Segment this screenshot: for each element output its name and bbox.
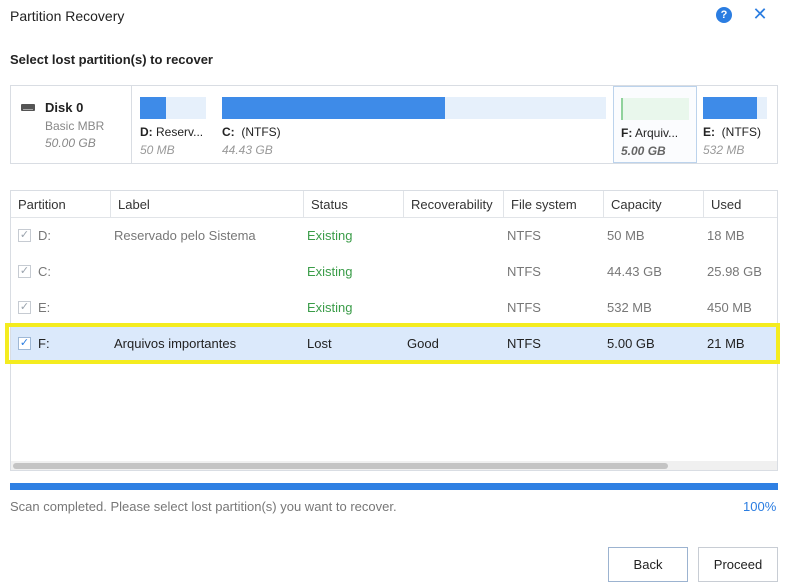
progress-percent: 100% [743,499,777,514]
row-checkbox[interactable]: ✓ [18,337,31,350]
partition-size: 44.43 GB [222,143,273,157]
column-header-file-system[interactable]: File system [511,197,577,212]
scan-progress-bar [10,483,778,490]
cell-partition: C: [38,264,51,279]
partition-label: D: Reserv... [140,125,204,139]
partition-bar [140,97,206,119]
cell-capacity: 5.00 GB [607,336,655,351]
disk-partition-d[interactable]: D: Reserv... 50 MB [140,86,208,163]
disk-partition-f[interactable]: F: Arquiv... 5.00 GB [613,86,697,163]
progress-fill [10,483,778,490]
cell-file-system: NTFS [507,336,541,351]
cell-partition: D: [38,228,51,243]
cell-used: 25.98 GB [707,264,762,279]
cell-recoverability: Good [407,336,439,351]
partition-usage-fill [222,97,445,119]
hard-disk-icon [21,104,35,111]
column-header-status[interactable]: Status [311,197,348,212]
column-divider[interactable] [703,191,704,217]
cell-label: Arquivos importantes [114,336,237,351]
cell-capacity: 532 MB [607,300,652,315]
column-divider[interactable] [403,191,404,217]
column-header-used[interactable]: Used [711,197,741,212]
partition-bar [703,97,767,119]
column-divider[interactable] [303,191,304,217]
cell-file-system: NTFS [507,264,541,279]
window-title: Partition Recovery [10,8,125,24]
cell-status: Lost [307,336,332,351]
cell-file-system: NTFS [507,300,541,315]
cell-used: 18 MB [707,228,745,243]
partition-label: E: (NTFS) [703,125,761,139]
help-icon[interactable]: ? [716,7,732,23]
disk-partition-c[interactable]: C: (NTFS) 44.43 GB [222,86,607,163]
disk-map: Disk 0 Basic MBR 50.00 GB D: Reserv... 5… [10,85,778,164]
partition-label: C: (NTFS) [222,125,281,139]
section-title: Select lost partition(s) to recover [10,52,213,67]
row-checkbox[interactable]: ✓ [18,265,31,278]
horizontal-scrollbar[interactable] [11,461,777,470]
partition-usage-fill [621,98,623,120]
partition-bar [621,98,689,120]
partition-size: 50 MB [140,143,175,157]
disk-partition-e[interactable]: E: (NTFS) 532 MB [703,86,771,163]
table-header: Partition Label Status Recoverability Fi… [11,191,777,218]
column-header-label[interactable]: Label [118,197,150,212]
cell-partition: F: [38,336,50,351]
table-row-selected[interactable]: ✓ F: Arquivos importantes Lost Good NTFS… [5,323,780,364]
partition-table: Partition Label Status Recoverability Fi… [5,190,780,471]
scan-status-message: Scan completed. Please select lost parti… [10,499,397,514]
disk-type: Basic MBR [45,119,105,133]
cell-used: 21 MB [707,336,745,351]
partition-usage-fill [140,97,166,119]
back-button[interactable]: Back [608,547,688,582]
disk-info: Disk 0 Basic MBR 50.00 GB [11,86,132,163]
partition-label: F: Arquiv... [621,126,679,140]
table-row[interactable]: ✓ E: Existing NTFS 532 MB 450 MB [11,290,777,326]
table-row[interactable]: ✓ D: Reservado pelo Sistema Existing NTF… [11,218,777,254]
disk-size: 50.00 GB [45,136,96,150]
partition-usage-fill [703,97,757,119]
table-row[interactable]: ✓ C: Existing NTFS 44.43 GB 25.98 GB [11,254,777,290]
cell-capacity: 44.43 GB [607,264,662,279]
partition-bar [222,97,606,119]
row-checkbox[interactable]: ✓ [18,301,31,314]
cell-capacity: 50 MB [607,228,645,243]
column-header-recoverability[interactable]: Recoverability [411,197,493,212]
cell-label: Reservado pelo Sistema [114,228,256,243]
proceed-button[interactable]: Proceed [698,547,778,582]
cell-status: Existing [307,264,353,279]
column-divider[interactable] [603,191,604,217]
close-icon[interactable]: ✕ [752,5,768,23]
scrollbar-thumb[interactable] [13,463,668,469]
partition-size: 5.00 GB [621,144,666,158]
cell-status: Existing [307,228,353,243]
title-bar: Partition Recovery ? ✕ [0,0,785,32]
cell-file-system: NTFS [507,228,541,243]
column-header-partition[interactable]: Partition [18,197,66,212]
row-checkbox[interactable]: ✓ [18,229,31,242]
column-divider[interactable] [110,191,111,217]
partition-size: 532 MB [703,143,745,157]
cell-partition: E: [38,300,51,315]
column-header-capacity[interactable]: Capacity [611,197,662,212]
column-divider[interactable] [503,191,504,217]
cell-status: Existing [307,300,353,315]
disk-name: Disk 0 [45,100,84,115]
cell-used: 450 MB [707,300,752,315]
